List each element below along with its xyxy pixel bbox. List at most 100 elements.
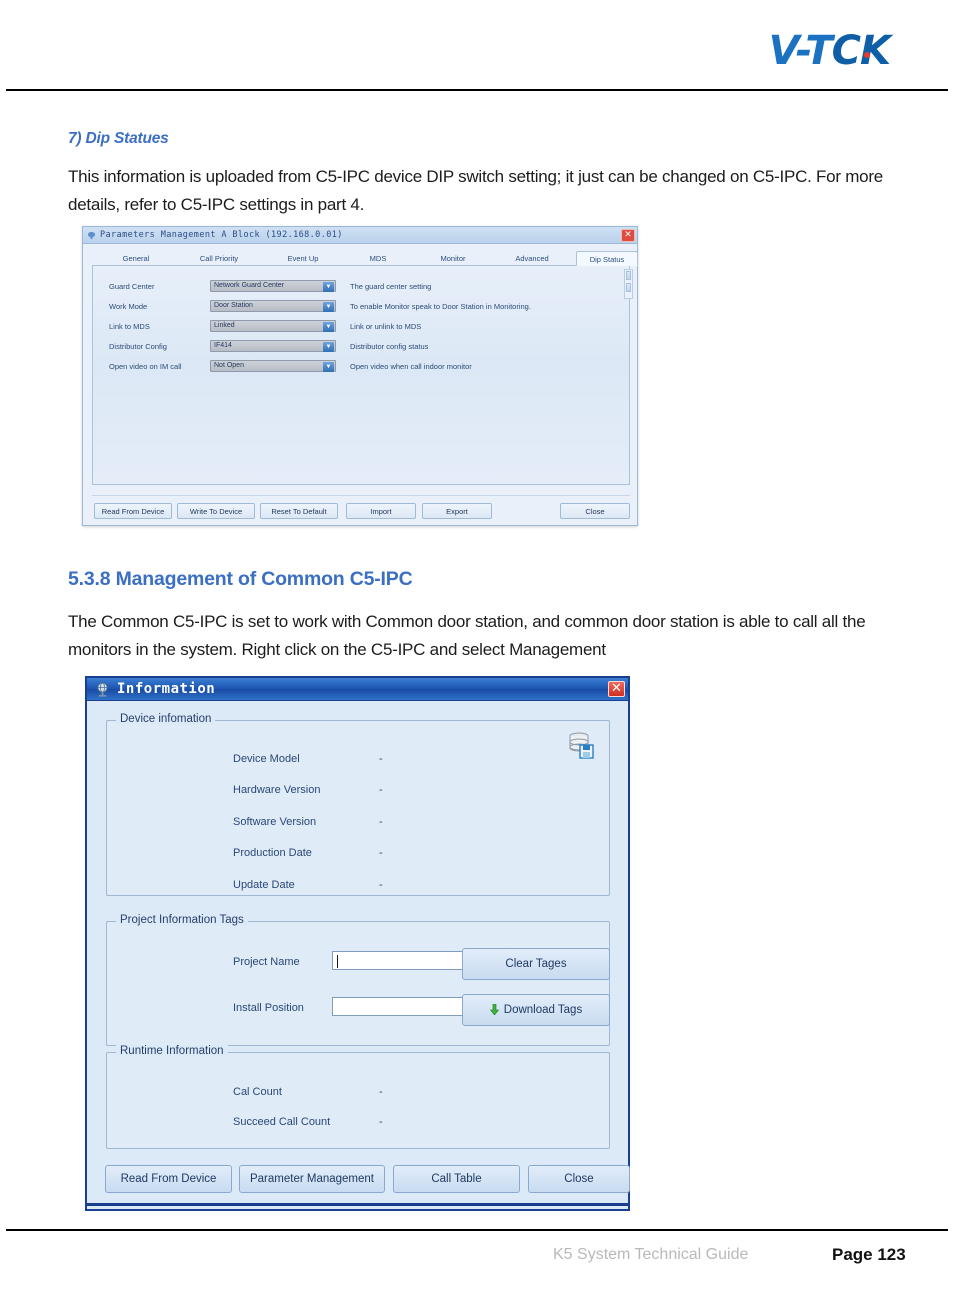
- parameters-dialog-titlebar[interactable]: Parameters Management A Block (192.168.0…: [83, 227, 637, 244]
- param-description: Distributor config status: [350, 342, 429, 351]
- sub-heading-dip-statues: 7) Dip Statues: [68, 130, 169, 147]
- param-label: Distributor Config: [109, 342, 167, 351]
- tab-dip-status[interactable]: Dip Status: [576, 251, 638, 266]
- dip-status-panel: Guard Center Network Guard Center ▼ The …: [92, 266, 630, 485]
- distributor-config-select[interactable]: IF414 ▼: [210, 340, 336, 352]
- succeed-call-count-value: -: [379, 1116, 383, 1128]
- call-count-label: Cal Count: [233, 1086, 282, 1098]
- close-icon[interactable]: ✕: [608, 681, 625, 697]
- open-video-select[interactable]: Not Open ▼: [210, 360, 336, 372]
- dialog-bottom-edge: [87, 1203, 628, 1206]
- footer-divider: [6, 1229, 948, 1231]
- param-label: Work Mode: [109, 302, 148, 311]
- runtime-information-group: Runtime Information Cal Count - Succeed …: [106, 1045, 610, 1149]
- device-model-value: -: [379, 753, 383, 765]
- close-icon[interactable]: ✕: [621, 229, 635, 242]
- tab-mds[interactable]: MDS: [348, 251, 408, 266]
- parameters-dialog-tabstrip: General Call Priority Event Up MDS Monit…: [92, 251, 638, 266]
- vtek-logo: V-TCK: [769, 28, 896, 74]
- param-row: Work Mode Door Station ▼ To enable Monit…: [93, 298, 629, 318]
- param-value: Network Guard Center: [214, 282, 285, 289]
- read-from-device-button[interactable]: Read From Device: [105, 1165, 232, 1193]
- param-row: Distributor Config IF414 ▼ Distributor c…: [93, 338, 629, 358]
- device-information-group: Device infomation Device Model - Hardwar…: [106, 713, 610, 896]
- footer-page-number: Page 123: [832, 1245, 906, 1264]
- reset-to-default-button[interactable]: Reset To Default: [260, 503, 338, 519]
- guard-center-select[interactable]: Network Guard Center ▼: [210, 280, 336, 292]
- read-from-device-button[interactable]: Read From Device: [94, 503, 172, 519]
- footer-guide-title: K5 System Technical Guide: [553, 1246, 749, 1263]
- parameter-management-button[interactable]: Parameter Management: [239, 1165, 385, 1193]
- param-value: IF414: [214, 342, 232, 349]
- chevron-down-icon: ▼: [323, 362, 334, 372]
- write-to-device-button[interactable]: Write To Device: [177, 503, 255, 519]
- tab-general[interactable]: General: [102, 251, 170, 266]
- download-tags-button[interactable]: Download Tags: [462, 994, 610, 1026]
- parameters-dialog-title: Parameters Management A Block (192.168.0…: [100, 230, 343, 240]
- scroll-up-icon[interactable]: [626, 271, 631, 280]
- close-button[interactable]: Close: [528, 1165, 630, 1193]
- call-count-value: -: [379, 1086, 383, 1098]
- tab-advanced[interactable]: Advanced: [496, 251, 568, 266]
- param-description: Link or unlink to MDS: [350, 322, 422, 331]
- param-label: Open video on IM call: [109, 362, 182, 371]
- param-row: Guard Center Network Guard Center ▼ The …: [93, 278, 629, 298]
- tab-monitor[interactable]: Monitor: [418, 251, 488, 266]
- call-table-button[interactable]: Call Table: [393, 1165, 520, 1193]
- project-name-label: Project Name: [233, 956, 300, 968]
- parameters-management-dialog: Parameters Management A Block (192.168.0…: [82, 226, 638, 526]
- logo-text-primary: V-T: [768, 28, 833, 74]
- succeed-call-count-label: Succeed Call Count: [233, 1116, 331, 1128]
- param-row: Open video on IM call Not Open ▼ Open vi…: [93, 358, 629, 378]
- param-description: The guard center setting: [350, 282, 432, 291]
- project-information-tags-group: Project Information Tags Project Name Cl…: [106, 914, 610, 1046]
- chevron-down-icon: ▼: [323, 342, 334, 352]
- globe-monitor-icon: [97, 682, 108, 697]
- production-date-value: -: [379, 847, 383, 859]
- project-tags-legend: Project Information Tags: [116, 914, 248, 926]
- information-dialog-titlebar[interactable]: Information ✕: [87, 678, 628, 701]
- logo-text-secondary: CK: [831, 28, 891, 74]
- work-mode-select[interactable]: Door Station ▼: [210, 300, 336, 312]
- tab-event-up[interactable]: Event Up: [268, 251, 338, 266]
- logo-accent-dot: [864, 52, 870, 58]
- dialog-footer-divider: [92, 495, 630, 496]
- panel-scrollbar[interactable]: [624, 269, 633, 299]
- hardware-version-label: Hardware Version: [233, 784, 321, 796]
- runtime-information-legend: Runtime Information: [116, 1045, 228, 1057]
- software-version-value: -: [379, 816, 383, 828]
- header-divider: [6, 89, 948, 91]
- import-button[interactable]: Import: [346, 503, 416, 519]
- device-model-label: Device Model: [233, 753, 300, 765]
- scroll-down-icon[interactable]: [626, 283, 631, 292]
- close-button[interactable]: Close: [560, 503, 630, 519]
- chevron-down-icon: ▼: [323, 282, 334, 292]
- database-save-icon[interactable]: [567, 731, 595, 759]
- download-arrow-icon: [489, 1004, 499, 1015]
- page-header: V-TCK: [0, 0, 954, 91]
- export-button[interactable]: Export: [422, 503, 492, 519]
- window-icon: [87, 231, 96, 240]
- link-to-mds-select[interactable]: Linked ▼: [210, 320, 336, 332]
- tab-call-priority[interactable]: Call Priority: [180, 251, 258, 266]
- param-description: To enable Monitor speak to Door Station …: [350, 302, 531, 311]
- install-position-label: Install Position: [233, 1002, 304, 1014]
- paragraph-dip-statues: This information is uploaded from C5-IPC…: [68, 167, 884, 214]
- hardware-version-value: -: [379, 784, 383, 796]
- text-caret: [337, 955, 338, 968]
- chevron-down-icon: ▼: [323, 322, 334, 332]
- update-date-value: -: [379, 879, 383, 891]
- param-value: Not Open: [214, 362, 244, 369]
- param-value: Door Station: [214, 302, 253, 309]
- device-information-legend: Device infomation: [116, 713, 216, 725]
- param-value: Linked: [214, 322, 235, 329]
- clear-tages-button[interactable]: Clear Tages: [462, 948, 610, 980]
- param-description: Open video when call indoor monitor: [350, 362, 472, 371]
- information-dialog: Information ✕ Device infomation Device M…: [85, 676, 630, 1211]
- param-label: Link to MDS: [109, 322, 150, 331]
- section-heading-5-3-8: 5.3.8 Management of Common C5-IPC: [68, 568, 413, 590]
- download-tags-label: Download Tags: [503, 1004, 583, 1016]
- software-version-label: Software Version: [233, 816, 317, 828]
- paragraph-common-c5ipc: The Common C5-IPC is set to work with Co…: [68, 612, 866, 659]
- chevron-down-icon: ▼: [323, 302, 334, 312]
